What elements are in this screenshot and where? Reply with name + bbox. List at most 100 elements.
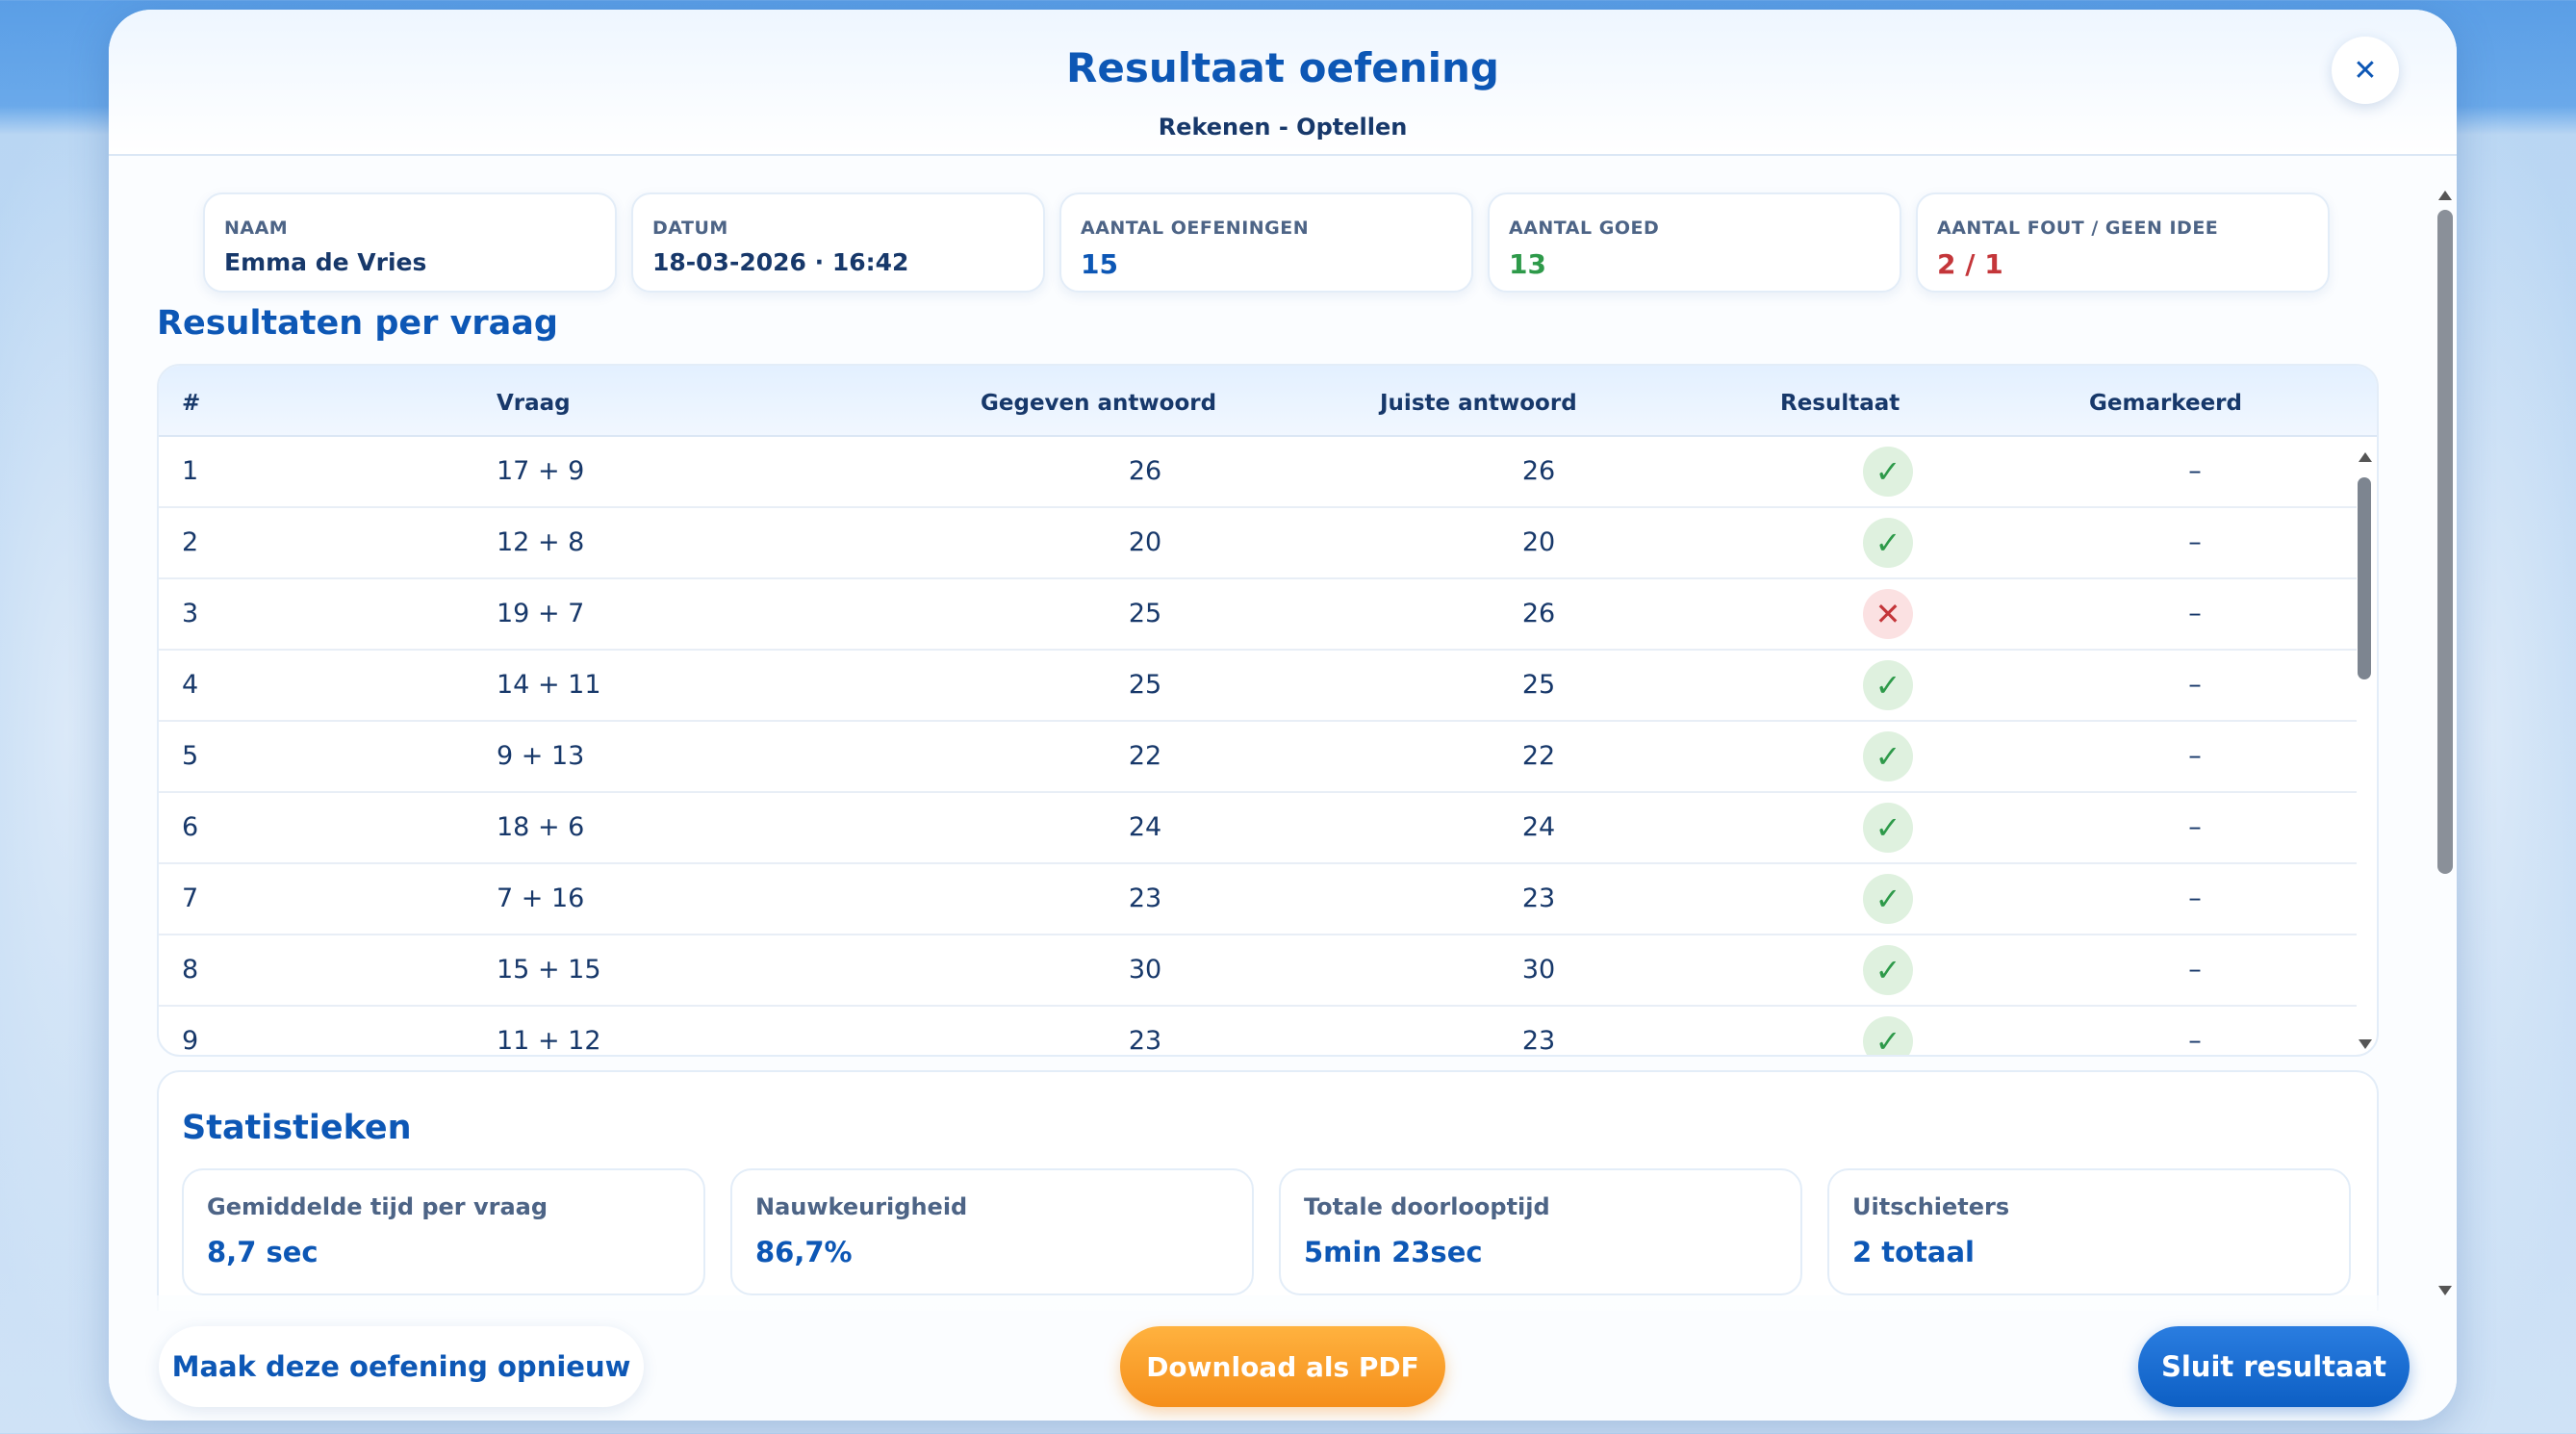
exercise-date: 18-03-2026 · 16:42	[652, 248, 909, 276]
stat-value: 8,7 sec	[207, 1236, 319, 1268]
marked-value: –	[2188, 456, 2202, 486]
given-answer: 20	[1128, 527, 1162, 557]
table-scrollbar[interactable]	[2356, 452, 2373, 1049]
given-answer: 30	[1128, 955, 1162, 985]
check-icon: ✓	[1863, 660, 1913, 710]
row-number: 7	[182, 883, 199, 913]
cross-icon: ✕	[1863, 589, 1913, 639]
marked-value: –	[2188, 883, 2202, 913]
info-card-wrong: AANTAL FOUT / GEEN IDEE 2 / 1	[1916, 192, 2330, 293]
stat-card-total-time: Totale doorlooptijd 5min 23sec	[1279, 1168, 1802, 1295]
stat-label: Nauwkeurigheid	[755, 1193, 968, 1220]
correct-count: 13	[1509, 248, 1546, 280]
table-row: 3 19 + 7 25 26 ✕ –	[159, 579, 2357, 651]
column-header-question: Vraag	[497, 391, 571, 416]
statistics-panel: Statistieken Gemiddelde tijd per vraag 8…	[157, 1070, 2379, 1311]
question: 19 + 7	[497, 599, 585, 628]
marked-value: –	[2188, 1026, 2202, 1056]
scrollbar-thumb[interactable]	[2358, 477, 2371, 679]
statistics-title: Statistieken	[182, 1109, 412, 1147]
info-card-name: NAAM Emma de Vries	[203, 192, 617, 293]
table-body[interactable]: 1 17 + 9 26 26 ✓ –2 12 + 8 20 20 ✓ –3 19 + 7 25 26 ✕ –4…	[159, 437, 2357, 1056]
results-table: # Vraag Gegeven antwoord Juiste antwoord…	[157, 364, 2379, 1057]
table-row: 4 14 + 11 25 25 ✓ –	[159, 651, 2357, 722]
info-label: AANTAL GOED	[1509, 218, 1660, 239]
marked-value: –	[2188, 955, 2202, 985]
question: 15 + 15	[497, 955, 601, 985]
close-icon: ✕	[2353, 53, 2378, 88]
stat-card-accuracy: Nauwkeurigheid 86,7%	[730, 1168, 1254, 1295]
check-icon: ✓	[1863, 803, 1913, 853]
table-row: 1 17 + 9 26 26 ✓ –	[159, 437, 2357, 508]
question: 17 + 9	[497, 456, 585, 486]
info-label: DATUM	[652, 218, 728, 239]
given-answer: 25	[1128, 670, 1162, 700]
marked-value: –	[2188, 670, 2202, 700]
stat-label: Gemiddelde tijd per vraag	[207, 1193, 548, 1220]
info-card-count: AANTAL OEFENINGEN 15	[1059, 192, 1473, 293]
modal-title: Resultaat oefening	[1066, 44, 1499, 91]
marked-value: –	[2188, 741, 2202, 771]
close-button[interactable]: ✕	[2332, 37, 2399, 104]
given-answer: 22	[1128, 741, 1162, 771]
info-label: AANTAL OEFENINGEN	[1081, 218, 1310, 239]
correct-answer: 24	[1521, 812, 1556, 842]
table-row: 9 11 + 12 23 23 ✓ –	[159, 1007, 2357, 1056]
row-number: 6	[182, 812, 199, 842]
check-icon: ✓	[1863, 945, 1913, 995]
column-header-marked: Gemarkeerd	[2089, 391, 2242, 416]
info-card-correct: AANTAL GOED 13	[1488, 192, 1901, 293]
modal-header: Resultaat oefening Rekenen - Optellen ✕	[109, 10, 2457, 156]
correct-answer: 23	[1521, 1026, 1556, 1056]
given-answer: 26	[1128, 456, 1162, 486]
scroll-up-icon[interactable]	[2438, 191, 2452, 200]
modal-footer: Maak deze oefening opnieuw Download als …	[109, 1295, 2457, 1421]
correct-answer: 20	[1521, 527, 1556, 557]
check-icon: ✓	[1863, 518, 1913, 568]
correct-answer: 26	[1521, 456, 1556, 486]
column-header-given-answer: Gegeven antwoord	[981, 391, 1217, 416]
row-number: 3	[182, 599, 199, 628]
info-label: AANTAL FOUT / GEEN IDEE	[1937, 218, 2219, 239]
check-icon: ✓	[1863, 874, 1913, 924]
question: 18 + 6	[497, 812, 585, 842]
correct-answer: 30	[1521, 955, 1556, 985]
modal-scrollbar[interactable]	[2434, 191, 2457, 1295]
column-header-number: #	[182, 391, 201, 416]
column-header-result: Resultaat	[1780, 391, 1900, 416]
table-row: 6 18 + 6 24 24 ✓ –	[159, 793, 2357, 864]
scroll-down-icon[interactable]	[2438, 1286, 2452, 1295]
scroll-down-icon[interactable]	[2359, 1039, 2372, 1049]
row-number: 5	[182, 741, 199, 771]
download-pdf-button[interactable]: Download als PDF	[1120, 1326, 1445, 1407]
marked-value: –	[2188, 527, 2202, 557]
result-modal: Resultaat oefening Rekenen - Optellen ✕ …	[109, 10, 2457, 1421]
correct-answer: 25	[1521, 670, 1556, 700]
given-answer: 23	[1128, 1026, 1162, 1056]
marked-value: –	[2188, 812, 2202, 842]
wrong-count: 2 / 1	[1937, 248, 2003, 280]
question: 12 + 8	[497, 527, 585, 557]
scrollbar-thumb[interactable]	[2437, 210, 2453, 874]
row-number: 9	[182, 1026, 199, 1056]
exercise-count: 15	[1081, 248, 1118, 280]
scroll-up-icon[interactable]	[2359, 452, 2372, 462]
question: 11 + 12	[497, 1026, 601, 1056]
table-header: # Vraag Gegeven antwoord Juiste antwoord…	[159, 366, 2377, 437]
correct-answer: 23	[1521, 883, 1556, 913]
student-name: Emma de Vries	[224, 248, 427, 276]
close-result-button[interactable]: Sluit resultaat	[2138, 1326, 2410, 1407]
check-icon: ✓	[1863, 447, 1913, 497]
row-number: 8	[182, 955, 199, 985]
column-header-correct-answer: Juiste antwoord	[1380, 391, 1577, 416]
given-answer: 24	[1128, 812, 1162, 842]
stat-value: 5min 23sec	[1304, 1236, 1483, 1268]
table-row: 5 9 + 13 22 22 ✓ –	[159, 722, 2357, 793]
redo-exercise-button[interactable]: Maak deze oefening opnieuw	[159, 1326, 644, 1407]
question: 14 + 11	[497, 670, 601, 700]
stat-label: Totale doorlooptijd	[1304, 1193, 1550, 1220]
check-icon: ✓	[1863, 1016, 1913, 1055]
table-row: 8 15 + 15 30 30 ✓ –	[159, 935, 2357, 1007]
question: 7 + 16	[497, 883, 585, 913]
stat-card-avg-time: Gemiddelde tijd per vraag 8,7 sec	[182, 1168, 705, 1295]
